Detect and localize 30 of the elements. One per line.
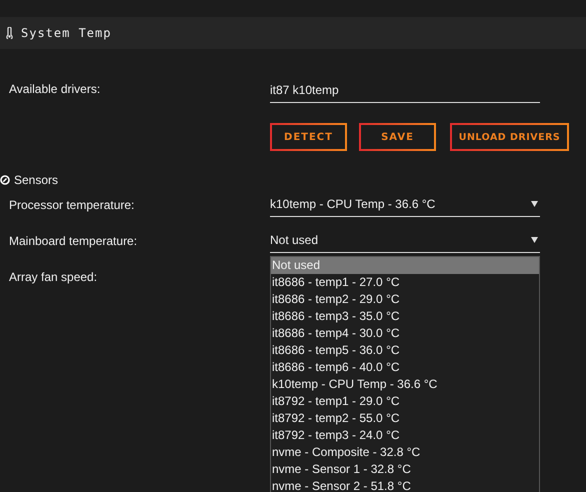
dropdown-option[interactable]: it8686 - temp2 - 29.0 °C bbox=[271, 291, 539, 308]
field-label: Available drivers: bbox=[8, 81, 102, 96]
action-button[interactable]: UNLOAD DRIVERS bbox=[450, 123, 569, 151]
dropdown-option[interactable]: Not used bbox=[271, 257, 539, 274]
section-subtitle: Sensors bbox=[14, 173, 58, 187]
field-label: Processor temperature: bbox=[8, 198, 136, 212]
dropdown-arrow-icon bbox=[531, 237, 538, 243]
dropdown-option[interactable]: k10temp - CPU Temp - 36.6 °C bbox=[271, 376, 539, 393]
dropdown-option[interactable]: it8792 - temp3 - 24.0 °C bbox=[271, 427, 539, 444]
field-label: Mainboard temperature: bbox=[8, 234, 138, 248]
dropdown-arrow-icon bbox=[531, 201, 538, 207]
action-button[interactable]: SAVE bbox=[359, 123, 436, 151]
select-field[interactable]: Not used bbox=[270, 229, 540, 253]
dropdown-option[interactable]: it8686 - temp5 - 36.0 °C bbox=[271, 342, 539, 359]
thermometer-icon bbox=[6, 27, 13, 39]
section-title: System Temp bbox=[21, 26, 112, 40]
action-button[interactable]: DETECT bbox=[270, 123, 347, 151]
dropdown-option[interactable]: it8686 - temp1 - 27.0 °C bbox=[271, 274, 539, 291]
dropdown-option[interactable]: it8686 - temp4 - 30.0 °C bbox=[271, 325, 539, 342]
select-field[interactable]: k10temp - CPU Temp - 36.6 °C bbox=[270, 193, 540, 217]
drivers-field[interactable]: it87 k10temp bbox=[270, 81, 540, 103]
dropdown-option[interactable]: it8686 - temp6 - 40.0 °C bbox=[271, 359, 539, 376]
dropdown-option[interactable]: nvme - Sensor 1 - 32.8 °C bbox=[271, 461, 539, 478]
gauge-icon bbox=[0, 175, 10, 185]
dropdown-option[interactable]: it8686 - temp3 - 35.0 °C bbox=[271, 308, 539, 325]
dropdown-option[interactable]: it8792 - temp1 - 29.0 °C bbox=[271, 393, 539, 410]
dropdown-option[interactable]: nvme - Sensor 2 - 51.8 °C bbox=[271, 478, 539, 492]
dropdown-option[interactable]: nvme - Composite - 32.8 °C bbox=[271, 444, 539, 461]
dropdown-option[interactable]: it8792 - temp2 - 55.0 °C bbox=[271, 410, 539, 427]
field-label: Array fan speed: bbox=[8, 270, 98, 284]
